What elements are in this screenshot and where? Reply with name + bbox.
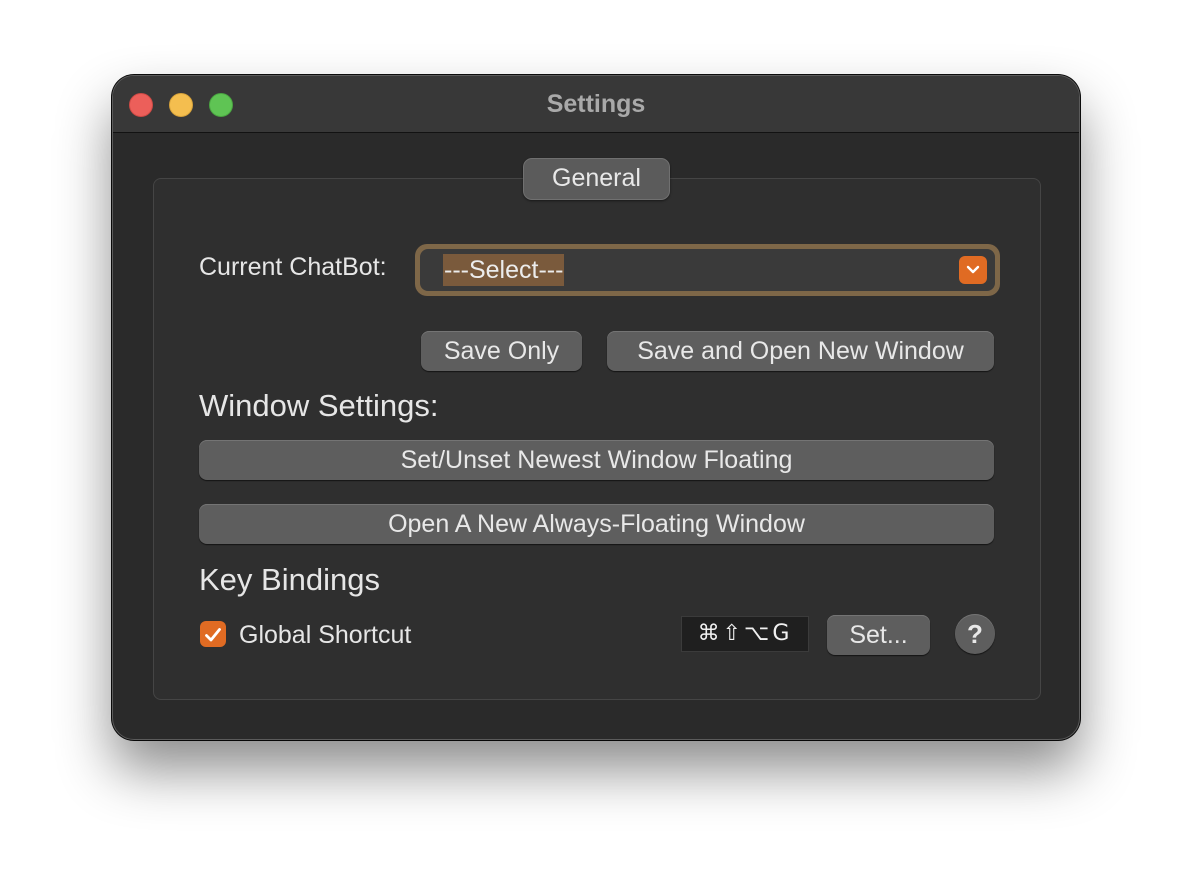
open-floating-window-button[interactable]: Open A New Always-Floating Window: [199, 504, 994, 544]
save-only-button[interactable]: Save Only: [421, 331, 582, 371]
chatbot-select-field[interactable]: ---Select---: [420, 249, 995, 291]
tab-general[interactable]: General: [523, 158, 670, 200]
help-button[interactable]: ?: [955, 614, 995, 654]
chatbot-select[interactable]: ---Select---: [415, 244, 1000, 296]
window-settings-heading: Window Settings:: [199, 388, 439, 423]
desktop-background: Settings General Current ChatBot: ---Sel…: [0, 0, 1192, 888]
settings-window: Settings General Current ChatBot: ---Sel…: [112, 75, 1080, 740]
window-title: Settings: [546, 90, 646, 118]
current-chatbot-label: Current ChatBot:: [199, 253, 387, 281]
global-shortcut-checkbox[interactable]: [200, 621, 226, 647]
chatbot-select-value: ---Select---: [443, 254, 565, 286]
checkmark-icon: [205, 627, 221, 642]
title-bar: Settings: [113, 76, 1079, 133]
key-bindings-heading: Key Bindings: [199, 562, 380, 597]
shortcut-display: ⌘⇧⌥G: [681, 616, 809, 652]
global-shortcut-label: Global Shortcut: [239, 621, 412, 649]
set-shortcut-button[interactable]: Set...: [827, 615, 930, 655]
chevron-down-icon[interactable]: [959, 256, 987, 284]
toggle-window-floating-button[interactable]: Set/Unset Newest Window Floating: [199, 440, 994, 480]
save-and-open-new-window-button[interactable]: Save and Open New Window: [607, 331, 994, 371]
